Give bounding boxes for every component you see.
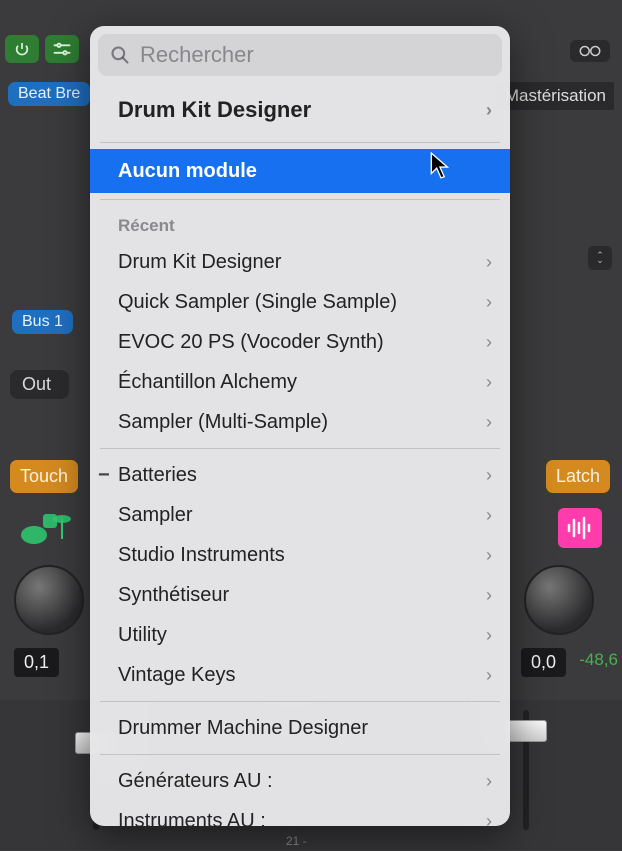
chevron-right-icon: ›	[486, 545, 492, 566]
menu-category-item[interactable]: − Batteries ›	[90, 455, 510, 495]
pan-knob-left[interactable]	[14, 565, 84, 635]
menu-separator	[100, 701, 500, 702]
menu-item-label: Vintage Keys	[118, 664, 236, 687]
menu-item-label: Générateurs AU :	[118, 770, 273, 793]
fader-handle-right[interactable]	[505, 720, 547, 742]
search-icon	[110, 45, 130, 65]
menu-item-no-plugin[interactable]: Aucun module	[90, 149, 510, 193]
chevron-right-icon: ›	[486, 585, 492, 606]
chevron-right-icon: ›	[486, 412, 492, 433]
chevron-right-icon: ›	[486, 252, 492, 273]
chevron-right-icon: ›	[486, 771, 492, 792]
menu-separator	[100, 448, 500, 449]
automation-mode-latch[interactable]: Latch	[546, 460, 610, 493]
beat-break-slot[interactable]: Beat Bre	[8, 82, 90, 106]
audio-waveform-icon	[558, 508, 602, 548]
pan-value-right: 0,0	[521, 648, 566, 677]
db-value: -48,6	[579, 650, 618, 670]
menu-current-plugin[interactable]: Drum Kit Designer ›	[90, 84, 510, 136]
menu-item-label: Drummer Machine Designer	[118, 717, 368, 740]
chevron-right-icon: ›	[486, 372, 492, 393]
menu-separator	[100, 142, 500, 143]
instrument-plugin-menu: Drum Kit Designer › Aucun module Récent …	[90, 26, 510, 826]
menu-category-item[interactable]: Synthétiseur ›	[90, 575, 510, 615]
output-slot[interactable]: Out	[10, 370, 69, 399]
menu-item-label: Sampler (Multi-Sample)	[118, 411, 328, 434]
drum-kit-icon	[20, 505, 72, 556]
sliders-icon	[53, 42, 71, 56]
chevron-right-icon: ›	[486, 505, 492, 526]
menu-recent-item[interactable]: Drum Kit Designer ›	[90, 242, 510, 282]
channel-options-button[interactable]: ⌃ ⌄	[588, 246, 612, 270]
menu-category-item[interactable]: Utility ›	[90, 615, 510, 655]
chevron-right-icon: ›	[486, 332, 492, 353]
menu-separator	[100, 754, 500, 755]
menu-item-label: Synthétiseur	[118, 584, 229, 607]
chevron-right-icon: ›	[486, 625, 492, 646]
menu-recent-item[interactable]: Quick Sampler (Single Sample) ›	[90, 282, 510, 322]
menu-item-label: Sampler	[118, 504, 192, 527]
power-button[interactable]	[5, 35, 39, 63]
menu-category-item[interactable]: Studio Instruments ›	[90, 535, 510, 575]
menu-au-item[interactable]: Générateurs AU : ›	[90, 761, 510, 801]
chevron-right-icon: ›	[486, 465, 492, 486]
menu-item-label: Studio Instruments	[118, 544, 285, 567]
menu-item-drummer-designer[interactable]: Drummer Machine Designer	[90, 708, 510, 748]
mastering-slot[interactable]: Mastérisation	[497, 82, 614, 110]
menu-au-item[interactable]: Instruments AU : ›	[90, 801, 510, 826]
chevron-right-icon: ›	[486, 100, 492, 121]
power-icon	[14, 41, 30, 57]
menu-item-label: Utility	[118, 624, 167, 647]
fader-right[interactable]	[523, 710, 529, 830]
menu-list: Drum Kit Designer › Aucun module Récent …	[90, 84, 510, 826]
automation-mode-touch[interactable]: Touch	[10, 460, 78, 493]
menu-item-label: Instruments AU :	[118, 810, 266, 827]
pan-value-left: 0,1	[14, 648, 59, 677]
menu-item-label: Drum Kit Designer	[118, 251, 281, 274]
chevron-right-icon: ›	[486, 292, 492, 313]
bus-slot[interactable]: Bus 1	[12, 310, 73, 334]
chevron-right-icon: ›	[486, 811, 492, 827]
menu-item-label: EVOC 20 PS (Vocoder Synth)	[118, 331, 384, 354]
search-bar[interactable]	[98, 34, 502, 76]
chevron-right-icon: ›	[486, 665, 492, 686]
menu-item-label: Batteries	[118, 464, 197, 487]
stereo-link-button[interactable]	[570, 40, 610, 62]
menu-recent-item[interactable]: EVOC 20 PS (Vocoder Synth) ›	[90, 322, 510, 362]
search-input[interactable]	[140, 42, 490, 68]
menu-item-label: Échantillon Alchemy	[118, 371, 297, 394]
menu-separator	[100, 199, 500, 200]
menu-category-item[interactable]: Vintage Keys ›	[90, 655, 510, 695]
menu-item-label: Aucun module	[118, 160, 257, 183]
menu-item-label: Drum Kit Designer	[118, 97, 311, 123]
ruler-tick: 21 -	[286, 834, 307, 848]
menu-item-label: Quick Sampler (Single Sample)	[118, 291, 397, 314]
menu-recent-item[interactable]: Échantillon Alchemy ›	[90, 362, 510, 402]
menu-category-item[interactable]: Sampler ›	[90, 495, 510, 535]
pan-knob-right[interactable]	[524, 565, 594, 635]
menu-section-recent: Récent	[90, 206, 510, 242]
chevron-down-icon: ⌄	[596, 258, 604, 263]
collapse-marker-icon: −	[98, 464, 110, 487]
link-icon	[578, 44, 602, 58]
settings-sliders-button[interactable]	[45, 35, 79, 63]
menu-recent-item[interactable]: Sampler (Multi-Sample) ›	[90, 402, 510, 442]
